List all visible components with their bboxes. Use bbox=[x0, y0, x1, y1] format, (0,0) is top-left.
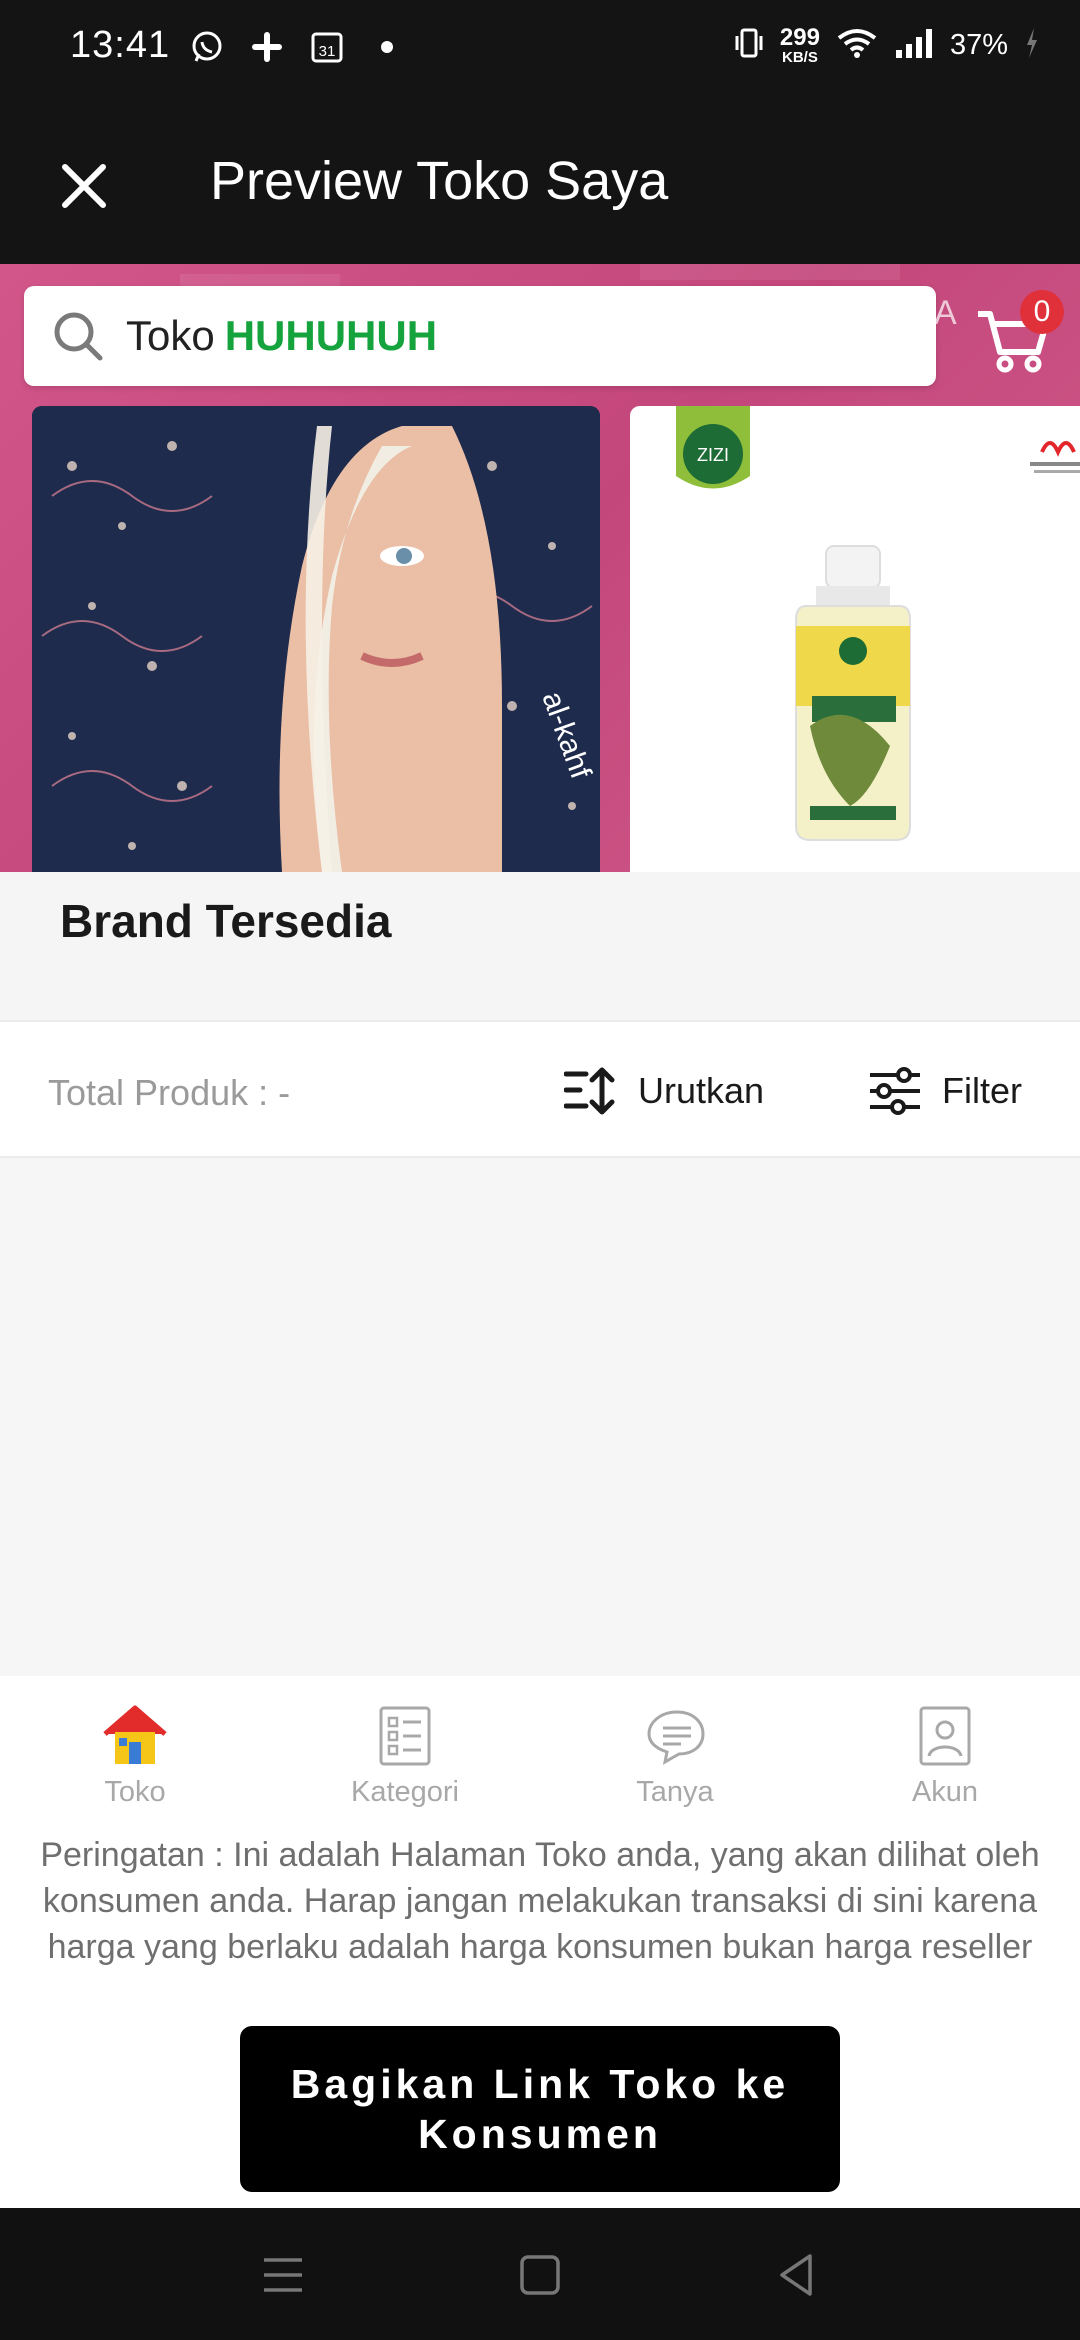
nav-item-akun[interactable]: Akun bbox=[810, 1676, 1080, 1824]
sort-icon bbox=[564, 1067, 615, 1115]
brand-section: Brand Tersedia bbox=[0, 872, 1080, 1020]
page-title: Preview Toko Saya bbox=[210, 151, 669, 211]
filter-label: Filter bbox=[942, 1070, 1022, 1111]
search-icon bbox=[54, 312, 103, 361]
share-store-link-button[interactable]: Bagikan Link Toko ke Konsumen bbox=[240, 2026, 840, 2192]
whatsapp-icon bbox=[188, 28, 226, 66]
product-list-area bbox=[0, 1158, 1080, 1676]
screen: 13:41 31 299 KB/S 37% Preview Toko Saya … bbox=[0, 0, 1080, 2340]
sort-button[interactable]: Urutkan bbox=[564, 1056, 764, 1126]
total-products-label: Total Produk : - bbox=[48, 1072, 291, 1113]
status-bar: 13:41 31 299 KB/S 37% bbox=[0, 0, 1080, 96]
battery-charging-icon bbox=[1024, 26, 1040, 65]
product-toolbar: Total Produk : - Urutkan Filter bbox=[0, 1020, 1080, 1158]
wifi-icon bbox=[836, 26, 878, 65]
bottom-navigation: Toko Kategori Tanya Akun bbox=[0, 1676, 1080, 1824]
category-list-icon bbox=[379, 1706, 431, 1766]
hijab-product-image: al-kahf bbox=[32, 406, 600, 872]
back-icon[interactable] bbox=[770, 2248, 824, 2302]
brand-section-title: Brand Tersedia bbox=[60, 895, 392, 947]
app-bar: Preview Toko Saya bbox=[0, 96, 1080, 264]
banner-product-card-zizi[interactable]: ZIZI bbox=[630, 406, 1080, 872]
filter-button[interactable]: Filter bbox=[868, 1056, 1022, 1126]
nav-label: Tanya bbox=[636, 1776, 714, 1808]
store-name: HUHUHUH bbox=[224, 312, 438, 359]
system-navigation-bar bbox=[0, 2208, 1080, 2340]
recent-apps-icon[interactable] bbox=[256, 2248, 310, 2302]
close-icon bbox=[62, 164, 106, 208]
network-speed: 299 KB/S bbox=[779, 24, 820, 66]
nav-label: Akun bbox=[911, 1776, 979, 1808]
banner-decoration bbox=[640, 264, 900, 280]
signal-icon bbox=[894, 26, 934, 65]
nav-label: Kategori bbox=[350, 1776, 459, 1808]
nav-label: Toko bbox=[104, 1776, 166, 1808]
reseller-warning-text: Peringatan : Ini adalah Halaman Toko and… bbox=[0, 1824, 1080, 1998]
vibrate-icon bbox=[734, 26, 764, 65]
banner-partial-text: A bbox=[934, 294, 957, 332]
dot-icon bbox=[368, 28, 406, 66]
nav-item-toko[interactable]: Toko bbox=[0, 1676, 270, 1824]
nav-item-kategori[interactable]: Kategori bbox=[270, 1676, 540, 1824]
status-system-icons: 299 KB/S 37% bbox=[734, 26, 1040, 65]
svg-text:31: 31 bbox=[319, 43, 336, 60]
slack-icon bbox=[248, 28, 286, 66]
status-notification-icons: 31 bbox=[188, 28, 406, 66]
store-search-bar[interactable]: Toko HUHUHUH bbox=[24, 286, 936, 386]
store-banner: Toko HUHUHUH A al-kahf ZIZI bbox=[0, 264, 1080, 872]
search-store-text: Toko HUHUHUH bbox=[126, 312, 438, 359]
body-wash-product-image: ZIZI bbox=[630, 406, 1080, 872]
chat-bubble-icon bbox=[647, 1710, 705, 1765]
share-button-area: Bagikan Link Toko ke Konsumen bbox=[0, 1998, 1080, 2208]
svg-text:ZIZI: ZIZI bbox=[697, 445, 729, 465]
status-time: 13:41 bbox=[70, 24, 171, 66]
battery-percent: 37% bbox=[949, 29, 1008, 61]
filter-sliders-icon bbox=[870, 1067, 920, 1115]
sort-label: Urutkan bbox=[638, 1070, 765, 1111]
cart-count-badge: 0 bbox=[1020, 290, 1064, 334]
calendar-icon: 31 bbox=[308, 28, 346, 66]
home-icon[interactable] bbox=[513, 2248, 567, 2302]
close-button[interactable] bbox=[44, 146, 124, 226]
banner-product-card-hijab[interactable]: al-kahf bbox=[32, 406, 600, 872]
nav-item-tanya[interactable]: Tanya bbox=[540, 1676, 810, 1824]
account-icon bbox=[919, 1706, 971, 1766]
store-icon bbox=[103, 1705, 167, 1764]
